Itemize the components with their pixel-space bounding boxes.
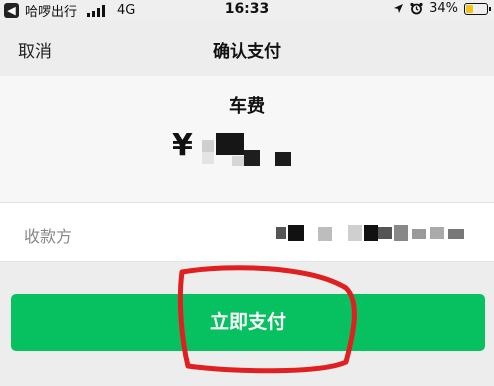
payee-label: 收款方: [24, 227, 73, 246]
currency-symbol: ¥: [172, 128, 193, 163]
battery-icon: [464, 2, 491, 15]
payee-card: 收款方: [0, 202, 494, 262]
battery-fill: [466, 4, 474, 13]
status-bar: ◀ 哈啰出行 4G 16:33 34%: [0, 0, 494, 20]
battery-percent: 34%: [429, 1, 458, 16]
amount-card: 车费 ¥: [0, 76, 494, 202]
nav-bar: 取消 确认支付: [0, 20, 494, 76]
payment-label: 车费: [229, 96, 265, 117]
status-right: 34%: [393, 1, 491, 16]
amount-row: ¥: [172, 128, 312, 168]
alarm-icon: [410, 2, 423, 15]
page-title: 确认支付: [213, 42, 281, 62]
payee-name-mosaic: [276, 225, 476, 243]
pay-now-button[interactable]: 立即支付: [11, 294, 485, 351]
location-arrow-icon: [394, 4, 404, 13]
